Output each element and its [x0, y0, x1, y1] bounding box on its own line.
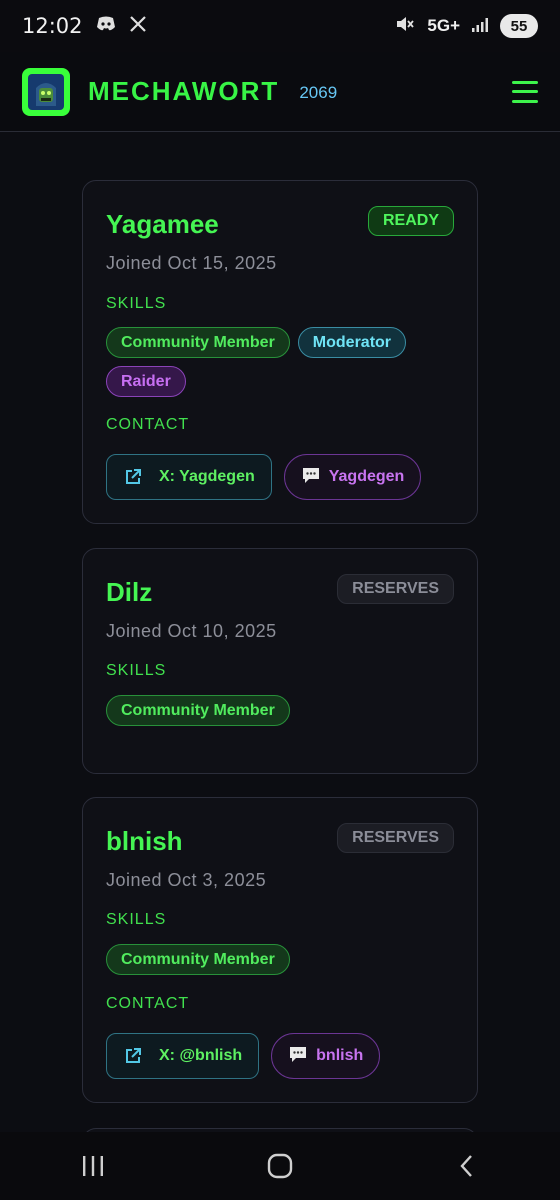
status-time: 12:02: [22, 14, 83, 38]
discord-icon: [95, 15, 117, 37]
recent-apps-icon[interactable]: [63, 1146, 123, 1186]
status-badge: READY: [367, 206, 454, 236]
skill-chip: Community Member: [106, 327, 290, 358]
joined-date: Joined Oct 10, 2025: [106, 621, 277, 641]
member-count: 2069: [299, 82, 338, 102]
brand-title: MECHAWORT: [88, 76, 280, 106]
mute-icon: [395, 15, 415, 37]
contact-label: CONTACT: [106, 995, 190, 1012]
external-link-icon: [126, 469, 141, 484]
home-icon[interactable]: [250, 1146, 310, 1186]
chat-bubble-icon: [288, 1045, 308, 1068]
discord-handle: Yagdegen: [328, 468, 405, 485]
discord-link[interactable]: bnlish: [271, 1033, 381, 1079]
discord-link[interactable]: Yagdegen: [283, 454, 422, 500]
contact-label: CONTACT: [106, 416, 190, 433]
member-card: Dilz RESERVES Joined Oct 10, 2025 SKILLS…: [82, 548, 478, 774]
back-icon[interactable]: [437, 1146, 497, 1186]
joined-date: Joined Oct 3, 2025: [106, 870, 267, 890]
member-name: Yagamee: [106, 209, 219, 239]
member-name: blnish: [106, 826, 183, 856]
status-badge: RESERVES: [337, 574, 454, 604]
x-profile-link[interactable]: X: Yagdegen: [106, 454, 272, 500]
status-badge: RESERVES: [337, 823, 454, 853]
network-indicator: 5G+: [427, 16, 460, 35]
skills-list: Community Member: [106, 695, 454, 726]
battery-indicator: 55: [500, 14, 538, 38]
external-link-icon: [126, 1048, 141, 1063]
x-handle: X: @bnlish: [159, 1047, 243, 1064]
member-card: blnish RESERVES Joined Oct 3, 2025 SKILL…: [82, 797, 478, 1103]
skill-chip: Raider: [106, 366, 186, 397]
member-card: Yagamee READY Joined Oct 15, 2025 SKILLS…: [82, 180, 478, 524]
signal-icon: [472, 16, 488, 36]
member-name: Dilz: [106, 577, 153, 607]
x-handle: X: Yagdegen: [159, 468, 255, 485]
skills-list: Community Member Moderator Raider: [106, 327, 454, 397]
skills-label: SKILLS: [106, 295, 167, 312]
skill-chip: Community Member: [106, 695, 290, 726]
x-icon: [129, 15, 147, 37]
skills-label: SKILLS: [106, 911, 167, 928]
hamburger-menu-icon[interactable]: [512, 80, 538, 103]
chat-bubble-icon: [301, 466, 321, 489]
skills-list: Community Member: [106, 944, 454, 975]
skills-label: SKILLS: [106, 662, 167, 679]
discord-handle: bnlish: [316, 1047, 364, 1064]
joined-date: Joined Oct 15, 2025: [106, 253, 277, 273]
x-profile-link[interactable]: X: @bnlish: [106, 1033, 260, 1079]
logo-icon[interactable]: [22, 67, 70, 116]
skill-chip: Moderator: [297, 327, 407, 358]
app-header: MECHAWORT 2069: [0, 52, 560, 132]
skill-chip: Community Member: [106, 944, 290, 975]
status-bar: 12:02 5G+ 55: [0, 0, 560, 52]
system-navigation-bar: [0, 1132, 560, 1200]
